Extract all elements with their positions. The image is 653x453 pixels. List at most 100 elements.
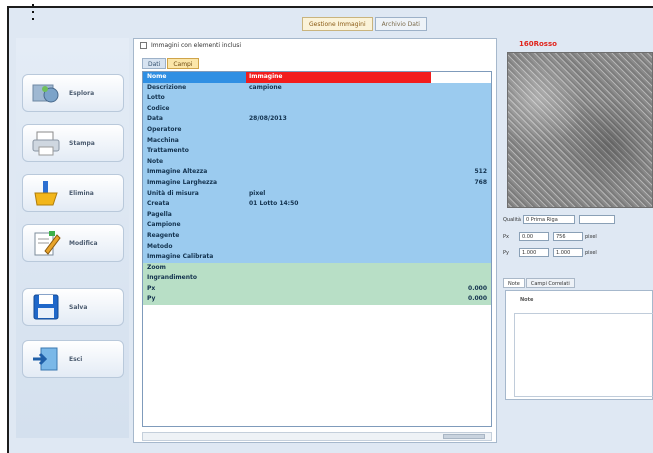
property-number [431, 242, 491, 253]
tab-dati[interactable]: Dati [142, 58, 167, 69]
include-elements-checkbox[interactable]: Immagini con elementi inclusi [140, 42, 241, 49]
property-key: Operatore [147, 125, 182, 133]
property-row[interactable]: Px 0.000 [143, 283, 491, 295]
property-key: Nome [143, 72, 246, 83]
property-key: Immagine Calibrata [147, 253, 214, 261]
property-number [431, 273, 491, 284]
property-row[interactable]: Immagine Calibrata [143, 252, 491, 263]
property-number [431, 199, 491, 210]
sidebar-item-label: Salva [69, 303, 88, 311]
quality-select[interactable]: 0 Prima Riga [522, 215, 575, 224]
sidebar-item-explore[interactable]: Esplora [22, 74, 124, 112]
sidebar-item-label: Elimina [69, 189, 94, 197]
notes-label: Note [520, 297, 534, 303]
property-value[interactable]: Immagine [246, 72, 431, 83]
property-row[interactable]: Descrizione campione [143, 82, 491, 94]
property-row[interactable]: Macchina [143, 135, 491, 147]
property-key: Creata [147, 200, 170, 208]
property-value[interactable] [246, 284, 431, 295]
property-key: Immagine Altezza [147, 168, 208, 176]
property-value[interactable] [246, 167, 431, 178]
property-row[interactable]: Unità di misura pixel [143, 188, 491, 200]
tab-archivio-dati[interactable]: Archivio Dati [374, 17, 427, 31]
property-row[interactable]: Zoom [143, 262, 491, 274]
property-value[interactable] [246, 252, 431, 263]
property-number [431, 231, 491, 242]
property-value[interactable] [246, 242, 431, 253]
tab-campi-correlati[interactable]: Campi Correlati [525, 278, 575, 288]
quality-extra-field[interactable] [578, 215, 615, 224]
property-value[interactable] [246, 125, 431, 136]
property-value[interactable] [246, 220, 431, 231]
property-value[interactable] [246, 263, 431, 274]
notes-tabs: Note Campi Correlati [503, 278, 576, 288]
sidebar-item-label: Esplora [69, 89, 95, 97]
sidebar-item-label: Modifica [69, 239, 98, 247]
sidebar: Esplora Stampa Elimina Modifica Salva Es… [16, 38, 129, 438]
property-row[interactable]: Campione [143, 220, 491, 231]
property-value[interactable] [246, 104, 431, 115]
property-value[interactable] [246, 146, 431, 157]
property-row[interactable]: Immagine Larghezza 768 [143, 177, 491, 189]
property-row[interactable]: Trattamento [143, 146, 491, 157]
property-row[interactable]: Immagine Altezza 512 [143, 167, 491, 178]
edit-icon [31, 229, 61, 257]
property-value[interactable]: pixel [246, 189, 431, 200]
property-row[interactable]: Pagella [143, 209, 491, 221]
property-key: Note [147, 157, 164, 165]
tab-gestione-immagini[interactable]: Gestione Immagini [302, 17, 373, 31]
property-key: Px [147, 284, 156, 292]
property-row[interactable]: Lotto [143, 93, 491, 104]
property-row[interactable]: Operatore [143, 124, 491, 136]
scrollbar-thumb[interactable] [443, 434, 485, 439]
sidebar-item-exit[interactable]: Esci [22, 340, 124, 378]
property-key: Reagente [147, 231, 180, 239]
property-value[interactable] [246, 231, 431, 242]
property-value[interactable] [246, 136, 431, 147]
property-row[interactable]: Reagente [143, 230, 491, 242]
menu-dots-icon[interactable] [30, 4, 36, 25]
property-row[interactable]: Py 0.000 [143, 294, 491, 306]
property-number [431, 83, 491, 94]
horizontal-scrollbar[interactable] [142, 432, 492, 441]
property-number [431, 104, 491, 115]
property-value[interactable] [246, 210, 431, 221]
property-value[interactable]: 01 Lotto 14:50 [246, 199, 431, 210]
property-row[interactable]: Note [143, 156, 491, 168]
property-row[interactable]: Codice [143, 103, 491, 115]
checkbox-icon[interactable] [140, 42, 147, 49]
sidebar-item-edit[interactable]: Modifica [22, 224, 124, 262]
sidebar-item-delete[interactable]: Elimina [22, 174, 124, 212]
px-field[interactable]: 0.00 [518, 232, 549, 241]
property-value[interactable] [246, 273, 431, 284]
property-row[interactable]: Data 28/08/2013 [143, 114, 491, 125]
tab-note[interactable]: Note [503, 278, 525, 288]
tab-campi[interactable]: Campi [167, 58, 199, 69]
py-field[interactable]: 1.000 [518, 248, 549, 257]
property-value[interactable]: 28/08/2013 [246, 114, 431, 125]
property-number [431, 210, 491, 221]
notes-textarea[interactable] [514, 313, 653, 397]
property-row[interactable]: Metodo [143, 241, 491, 253]
property-row[interactable]: Ingrandimento [143, 273, 491, 284]
property-value[interactable] [246, 157, 431, 168]
property-value[interactable] [246, 294, 431, 305]
delete-icon [31, 179, 61, 207]
sidebar-item-save[interactable]: Salva [22, 288, 124, 326]
property-key: Macchina [147, 136, 179, 144]
property-value[interactable]: campione [246, 83, 431, 94]
image-preview[interactable] [507, 52, 653, 208]
property-row[interactable]: Creata 01 Lotto 14:50 [143, 199, 491, 210]
property-value[interactable] [246, 93, 431, 104]
top-tab-bar: Gestione Immagini Archivio Dati [302, 17, 429, 31]
property-number [431, 252, 491, 263]
property-key: Campione [147, 221, 181, 229]
sidebar-item-label: Stampa [69, 139, 95, 147]
py-field-2[interactable]: 1.000 [552, 248, 583, 257]
property-key: Immagine Larghezza [147, 178, 218, 186]
property-row[interactable]: Nome Immagine [143, 72, 491, 83]
image-panel: 160Rosso Qualità 0 Prima Riga Px 0.00 75… [501, 38, 653, 443]
px-field-2[interactable]: 756 [552, 232, 583, 241]
sidebar-item-print[interactable]: Stampa [22, 124, 124, 162]
property-value[interactable] [246, 178, 431, 189]
